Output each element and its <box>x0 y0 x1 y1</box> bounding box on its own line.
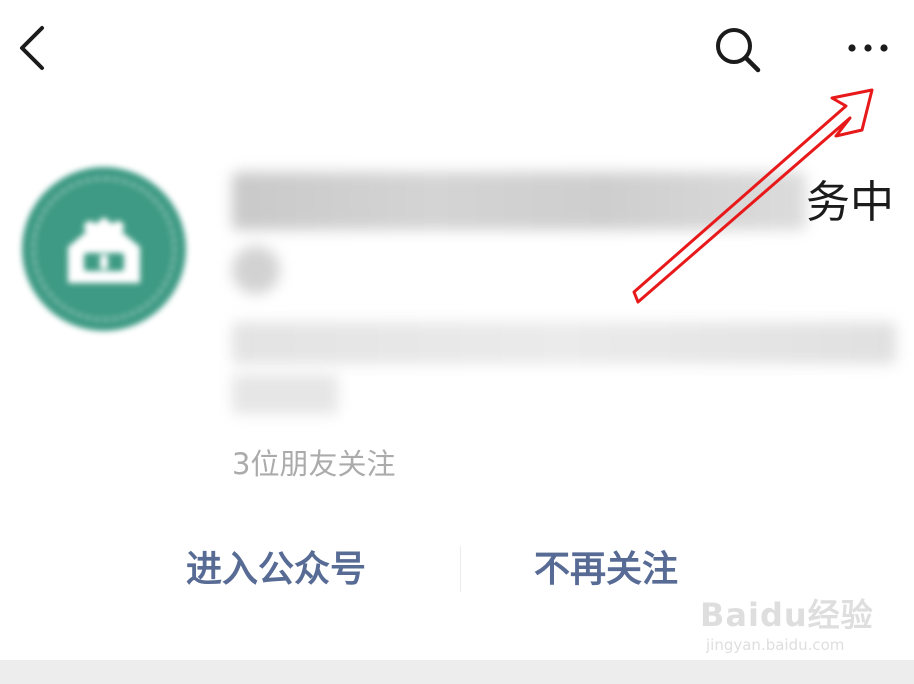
bottom-separator-band <box>0 660 914 684</box>
official-account-profile-page: 务中 3位朋友关注 进入公众号 不再关注 Baidu经验 jingyan.bai… <box>0 0 914 684</box>
account-description-blurred <box>232 322 896 364</box>
baidu-watermark: Baidu经验 jingyan.baidu.com <box>700 590 910 662</box>
annotation-arrow-icon <box>632 88 874 304</box>
house-logo-icon <box>68 217 140 283</box>
account-name-blurred-line2 <box>232 246 280 294</box>
account-description-blurred-line2 <box>232 374 338 414</box>
search-icon[interactable] <box>712 24 762 74</box>
followers-count-text: 3位朋友关注 <box>232 447 396 481</box>
action-divider <box>460 546 461 592</box>
watermark-logo: Baidu经验 <box>700 596 874 634</box>
enter-account-button[interactable]: 进入公众号 <box>186 548 366 592</box>
more-horizontal-icon[interactable] <box>842 34 894 62</box>
avatar[interactable] <box>22 167 186 331</box>
unfollow-button[interactable]: 不再关注 <box>534 548 678 592</box>
watermark-site: jingyan.baidu.com <box>706 636 845 654</box>
chevron-left-icon[interactable] <box>14 24 50 72</box>
